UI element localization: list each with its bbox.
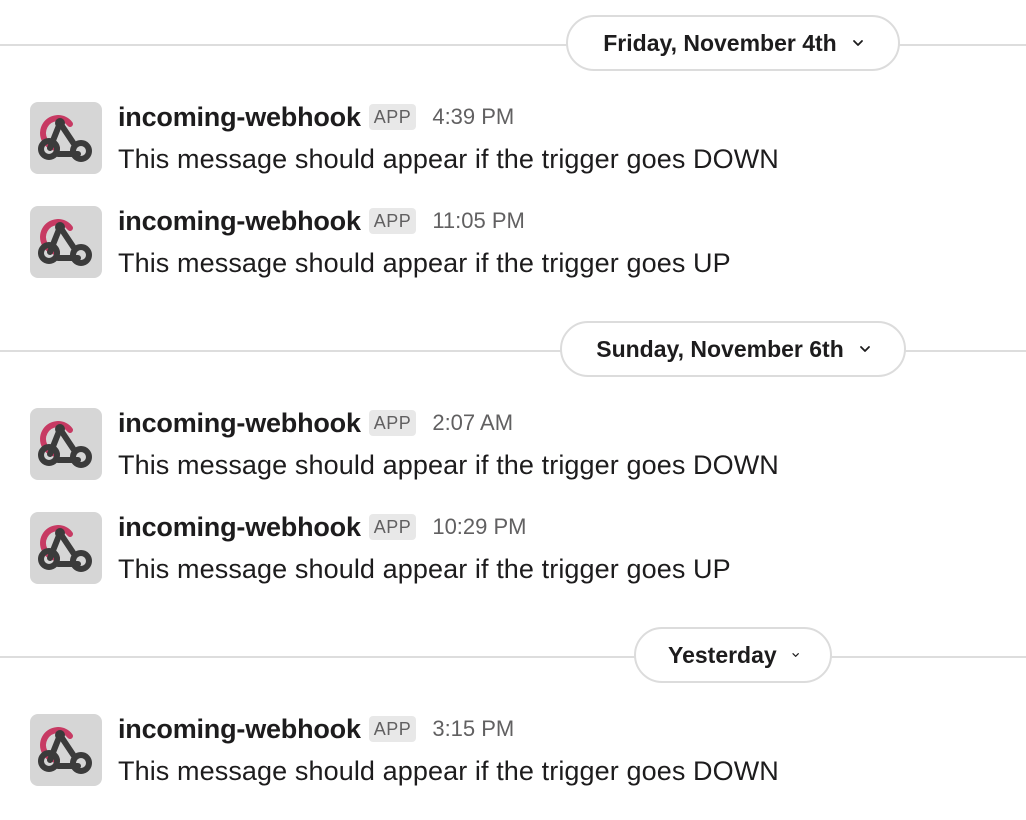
app-badge: APP bbox=[368, 514, 417, 540]
date-divider-button[interactable]: Friday, November 4th bbox=[566, 15, 900, 71]
webhook-icon bbox=[38, 525, 92, 572]
date-divider-button[interactable]: Sunday, November 6th bbox=[560, 321, 906, 377]
avatar[interactable] bbox=[30, 102, 102, 174]
webhook-icon bbox=[38, 219, 92, 266]
avatar[interactable] bbox=[30, 206, 102, 278]
date-divider: Friday, November 4th bbox=[0, 15, 1026, 75]
message-text: This message should appear if the trigge… bbox=[118, 450, 779, 480]
avatar[interactable] bbox=[30, 408, 102, 480]
message-text: This message should appear if the trigge… bbox=[118, 756, 779, 786]
date-divider: Sunday, November 6th bbox=[0, 321, 1026, 381]
date-divider: Yesterday bbox=[0, 627, 1026, 687]
message-text: This message should appear if the trigge… bbox=[118, 554, 731, 584]
message-header: incoming-webhook APP 2:07 AM bbox=[118, 406, 513, 440]
app-badge: APP bbox=[368, 104, 417, 130]
message-item: incoming-webhook APP 11:05 PM This messa… bbox=[0, 206, 1026, 296]
app-badge: APP bbox=[368, 716, 417, 742]
webhook-icon bbox=[38, 115, 92, 162]
message-text: This message should appear if the trigge… bbox=[118, 248, 731, 278]
author-name[interactable]: incoming-webhook bbox=[118, 102, 361, 133]
avatar[interactable] bbox=[30, 512, 102, 584]
avatar[interactable] bbox=[30, 714, 102, 786]
author-name[interactable]: incoming-webhook bbox=[118, 408, 361, 439]
divider-line bbox=[0, 656, 1026, 658]
message-item: incoming-webhook APP 2:07 AM This messag… bbox=[0, 408, 1026, 498]
webhook-icon bbox=[38, 727, 92, 774]
author-name[interactable]: incoming-webhook bbox=[118, 206, 361, 237]
message-timestamp[interactable]: 10:29 PM bbox=[432, 514, 526, 540]
webhook-icon bbox=[38, 421, 92, 468]
date-divider-label: Sunday, November 6th bbox=[596, 335, 844, 362]
message-timestamp[interactable]: 11:05 PM bbox=[432, 208, 525, 234]
message-item: incoming-webhook APP 3:15 PM This messag… bbox=[0, 714, 1026, 804]
message-header: incoming-webhook APP 11:05 PM bbox=[118, 204, 525, 238]
chevron-down-icon bbox=[792, 653, 799, 657]
app-badge: APP bbox=[368, 410, 417, 436]
author-name[interactable]: incoming-webhook bbox=[118, 714, 361, 745]
message-feed: Friday, November 4th incoming-webhook AP… bbox=[0, 0, 1026, 820]
message-timestamp[interactable]: 4:39 PM bbox=[432, 104, 514, 130]
message-timestamp[interactable]: 3:15 PM bbox=[432, 716, 514, 742]
chevron-down-icon bbox=[859, 346, 870, 352]
author-name[interactable]: incoming-webhook bbox=[118, 512, 361, 543]
message-text: This message should appear if the trigge… bbox=[118, 144, 779, 174]
app-badge: APP bbox=[368, 208, 417, 234]
message-header: incoming-webhook APP 4:39 PM bbox=[118, 100, 514, 134]
date-divider-label: Yesterday bbox=[668, 641, 777, 668]
message-item: incoming-webhook APP 4:39 PM This messag… bbox=[0, 102, 1026, 192]
message-header: incoming-webhook APP 3:15 PM bbox=[118, 712, 514, 746]
date-divider-button[interactable]: Yesterday bbox=[634, 627, 832, 683]
message-header: incoming-webhook APP 10:29 PM bbox=[118, 510, 527, 544]
chevron-down-icon bbox=[852, 40, 863, 46]
date-divider-label: Friday, November 4th bbox=[603, 29, 837, 56]
message-item: incoming-webhook APP 10:29 PM This messa… bbox=[0, 512, 1026, 602]
message-timestamp[interactable]: 2:07 AM bbox=[432, 410, 513, 436]
